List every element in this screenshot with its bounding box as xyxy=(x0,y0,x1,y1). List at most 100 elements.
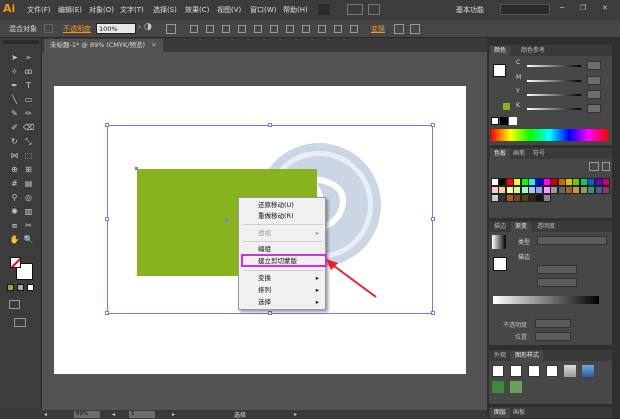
tab-swatches[interactable]: 色板 xyxy=(490,149,511,159)
eraser-tool-icon[interactable]: ⌫ xyxy=(23,122,34,133)
stroke-indicator[interactable] xyxy=(44,24,53,33)
tools-panel-header[interactable] xyxy=(3,40,39,44)
zoom-field[interactable]: 89% xyxy=(74,411,100,418)
menu-item-undo-move[interactable]: 还原移动(U) xyxy=(239,200,325,211)
blob-brush-tool-icon[interactable]: ✐ xyxy=(9,122,20,133)
scale-tool-icon[interactable]: ⤡ xyxy=(23,136,34,147)
style-white[interactable] xyxy=(528,365,540,377)
handle-bottom-center[interactable] xyxy=(268,311,272,315)
close-tab-icon[interactable]: ✕ xyxy=(151,41,156,49)
handle-bottom-right[interactable] xyxy=(431,311,435,315)
swatch-15[interactable] xyxy=(602,178,610,186)
page-field[interactable]: 1 xyxy=(129,411,155,418)
align-left-icon[interactable] xyxy=(190,25,198,33)
tab-transparency[interactable]: 透明度 xyxy=(533,222,559,232)
gradient-tool-icon[interactable]: ▤ xyxy=(23,178,34,189)
align-buttons[interactable] xyxy=(190,25,362,33)
align-center-icon[interactable] xyxy=(206,25,214,33)
gradient-thumbnail[interactable] xyxy=(492,235,506,249)
document-tab[interactable]: 未标题-1* @ 89% (CMYK/预览) ✕ xyxy=(44,39,163,52)
align-top-icon[interactable] xyxy=(238,25,246,33)
color-panel-stroke-swatch[interactable] xyxy=(493,64,506,77)
tab-gradient[interactable]: 渐变 xyxy=(511,222,532,232)
swatch-31[interactable] xyxy=(602,186,610,194)
shape-builder-tool-icon[interactable]: ⊕ xyxy=(9,164,20,175)
magic-wand-tool-icon[interactable]: ✧ xyxy=(9,66,20,77)
page-prev-icon[interactable]: ◂ xyxy=(112,411,115,418)
gradient-position-input[interactable] xyxy=(535,332,571,341)
style-none[interactable] xyxy=(510,365,522,377)
style-blue[interactable] xyxy=(582,365,594,377)
menu-item-perspective[interactable]: 透视 ▸ xyxy=(239,228,325,239)
black-swatch[interactable] xyxy=(500,117,508,125)
minimize-button[interactable]: ─ xyxy=(560,4,564,12)
menu-item-arrange[interactable]: 排列 ▸ xyxy=(239,285,325,296)
list-view-icon[interactable] xyxy=(589,162,599,171)
distribute-top-icon[interactable] xyxy=(286,25,294,33)
line-tool-icon[interactable]: ╲ xyxy=(9,94,20,105)
panel-menu-icon[interactable] xyxy=(410,24,420,34)
opacity-label[interactable]: 不透明度 xyxy=(63,24,91,34)
color-mode-button[interactable] xyxy=(7,284,14,291)
opacity-input[interactable]: 100% xyxy=(96,23,136,34)
selection-tool-icon[interactable]: ➤ xyxy=(9,52,20,63)
rectangle-tool-icon[interactable]: ▭ xyxy=(23,94,34,105)
draw-mode-icon[interactable] xyxy=(9,300,20,309)
zoom-tool-icon[interactable]: 🔍 xyxy=(23,234,34,245)
channel-k-value[interactable] xyxy=(587,104,601,113)
perspective-grid-tool-icon[interactable]: ⊞ xyxy=(23,164,34,175)
nav-first-icon[interactable]: ◂ xyxy=(44,411,47,418)
column-graph-tool-icon[interactable]: ▥ xyxy=(23,206,34,217)
page-next-icon[interactable]: ▸ xyxy=(172,411,175,418)
white-swatch[interactable] xyxy=(509,117,517,125)
paintbrush-tool-icon[interactable]: ✎ xyxy=(9,108,20,119)
arrange-documents-icon[interactable] xyxy=(347,4,363,15)
handle-top-right[interactable] xyxy=(431,123,435,127)
menu-type[interactable]: 文字(T) xyxy=(120,5,144,15)
align-bottom-icon[interactable] xyxy=(270,25,278,33)
channel-m-value[interactable] xyxy=(587,76,601,85)
direct-selection-tool-icon[interactable]: ➢ xyxy=(23,52,34,63)
tab-brushes[interactable]: 画笔 xyxy=(509,149,529,159)
gpu-icon[interactable] xyxy=(368,4,380,15)
style-default[interactable] xyxy=(492,365,504,377)
channel-c-value[interactable] xyxy=(587,61,601,70)
none-mode-button[interactable] xyxy=(27,284,34,291)
handle-bottom-left[interactable] xyxy=(105,311,109,315)
gradient-opacity-input[interactable] xyxy=(535,319,571,328)
out-of-gamut-swatch[interactable] xyxy=(503,103,510,110)
tab-layers[interactable]: 图层 xyxy=(490,408,511,418)
distribute-middle-icon[interactable] xyxy=(302,25,310,33)
slice-tool-icon[interactable]: ✂ xyxy=(23,220,34,231)
swatch-grid[interactable] xyxy=(491,178,610,203)
workspace-switcher[interactable]: 基本功能 xyxy=(456,5,484,15)
gradient-angle-input[interactable] xyxy=(537,265,577,274)
grid-view-icon[interactable] xyxy=(602,162,610,171)
handle-middle-left[interactable] xyxy=(105,217,109,221)
tab-graphic-styles[interactable]: 图形样式 xyxy=(511,351,544,361)
isolate-icon[interactable] xyxy=(394,24,404,34)
align-middle-icon[interactable] xyxy=(254,25,262,33)
channel-y-slider[interactable] xyxy=(527,94,581,96)
gradient-slider[interactable] xyxy=(493,296,599,304)
handle-middle-right[interactable] xyxy=(431,217,435,221)
transform-link[interactable]: 变换 xyxy=(371,24,385,34)
channel-m-slider[interactable] xyxy=(527,80,581,82)
channel-y-value[interactable] xyxy=(587,90,601,99)
align-right-icon[interactable] xyxy=(222,25,230,33)
gradient-fill-stroke[interactable] xyxy=(493,257,507,271)
menu-view[interactable]: 视图(V) xyxy=(217,5,241,15)
free-transform-tool-icon[interactable]: ⬚ xyxy=(23,150,34,161)
restore-button[interactable]: ❐ xyxy=(580,4,586,12)
search-field[interactable] xyxy=(500,4,550,15)
opacity-dropdown-icon[interactable]: › xyxy=(138,23,141,31)
tab-stroke[interactable]: 描边 xyxy=(490,222,510,232)
tab-artboards[interactable]: 画板 xyxy=(509,408,529,418)
none-swatch[interactable] xyxy=(491,117,499,125)
artboard-tool-icon[interactable]: ⧈ xyxy=(9,220,20,231)
mesh-tool-icon[interactable]: # xyxy=(9,178,20,189)
screen-mode-icon[interactable] xyxy=(14,318,26,327)
handle-top-center[interactable] xyxy=(268,123,272,127)
menu-item-redo-move[interactable]: 重做移动(R) xyxy=(239,211,325,222)
eyedropper-tool-icon[interactable]: ⚲ xyxy=(9,192,20,203)
